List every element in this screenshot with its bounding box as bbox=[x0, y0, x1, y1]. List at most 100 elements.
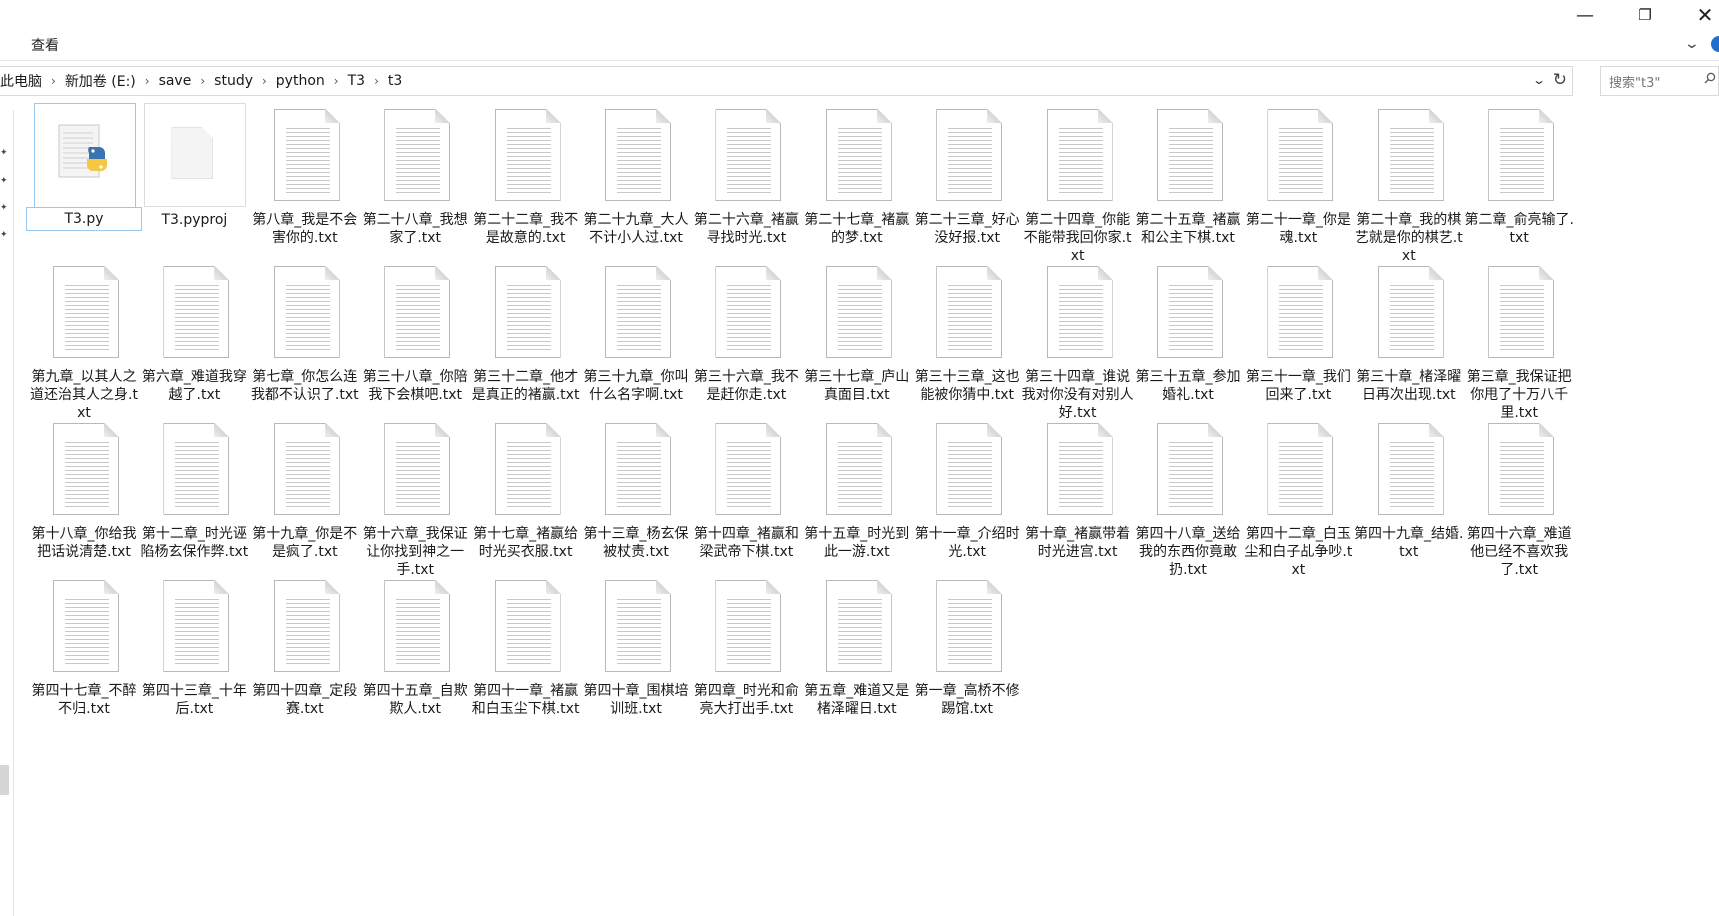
breadcrumb-chevron-icon[interactable]: › bbox=[49, 74, 58, 88]
file-thumbnail bbox=[141, 574, 247, 678]
file-thumbnail bbox=[1135, 260, 1241, 364]
breadcrumb-item[interactable]: python bbox=[269, 73, 332, 89]
ribbon-expand-chevron-icon[interactable]: ⌄ bbox=[1684, 36, 1700, 52]
file-item[interactable]: 第四十九章_结婚.txt bbox=[1351, 417, 1467, 561]
navigation-scrollbar[interactable] bbox=[0, 765, 9, 795]
file-item[interactable]: 第十七章_褚赢给时光买衣服.txt bbox=[468, 417, 584, 561]
ribbon-divider bbox=[0, 60, 1719, 61]
file-item[interactable]: 第三十六章_我不是赶你走.txt bbox=[688, 260, 804, 404]
file-item[interactable]: 第九章_以其人之道还治其人之身.txt bbox=[26, 260, 142, 422]
file-thumbnail bbox=[583, 574, 689, 678]
file-thumbnail bbox=[1025, 260, 1131, 364]
file-thumbnail bbox=[1025, 103, 1131, 207]
file-item[interactable]: 第十章_褚赢带着时光进宫.txt bbox=[1020, 417, 1136, 561]
search-input[interactable]: 搜索"t3" bbox=[1600, 66, 1719, 96]
breadcrumb-chevron-icon[interactable]: › bbox=[260, 74, 269, 88]
file-thumbnail bbox=[252, 103, 358, 207]
file-item[interactable]: 第二十三章_好心没好报.txt bbox=[909, 103, 1025, 247]
file-item[interactable]: 第二十章_我的棋艺就是你的棋艺.txt bbox=[1351, 103, 1467, 265]
file-item[interactable]: 第三十五章_参加婚礼.txt bbox=[1130, 260, 1246, 404]
breadcrumb-item[interactable]: save bbox=[152, 73, 199, 89]
address-bar[interactable]: 此电脑 › 新加卷 (E:) › save › study › python › T3 › t3 ⌄ ↻ bbox=[0, 66, 1573, 96]
file-item[interactable]: 第一章_高桥不修踢馆.txt bbox=[909, 574, 1025, 718]
file-item[interactable]: 第三章_我保证把你甩了十万八千里.txt bbox=[1461, 260, 1577, 422]
file-item[interactable]: 第四十六章_难道他已经不喜欢我了.txt bbox=[1461, 417, 1577, 579]
file-thumbnail bbox=[1356, 103, 1462, 207]
file-item[interactable]: T3.pyproj bbox=[136, 103, 252, 229]
refresh-icon[interactable]: ↻ bbox=[1553, 70, 1567, 90]
file-item[interactable]: 第四十三章_十年后.txt bbox=[136, 574, 252, 718]
file-item[interactable]: 第三十三章_这也能被你猜中.txt bbox=[909, 260, 1025, 404]
file-name: 第十七章_褚赢给时光买衣服.txt bbox=[473, 526, 579, 560]
file-item[interactable]: 第二十八章_我想家了.txt bbox=[357, 103, 473, 247]
file-item[interactable]: 第二十九章_大人不计小人过.txt bbox=[578, 103, 694, 247]
project-file-icon bbox=[171, 127, 214, 179]
file-item[interactable]: 第三十四章_谁说我对你没有对别人好.txt bbox=[1020, 260, 1136, 422]
file-item[interactable]: 第三十二章_他才是真正的褚赢.txt bbox=[468, 260, 584, 404]
file-thumbnail bbox=[1245, 260, 1351, 364]
file-item[interactable]: 第四十一章_褚赢和白玉尘下棋.txt bbox=[468, 574, 584, 718]
breadcrumb-item[interactable]: T3 bbox=[341, 73, 372, 89]
file-item[interactable]: 第三十八章_你陪我下会棋吧.txt bbox=[357, 260, 473, 404]
file-item[interactable]: 第十三章_杨玄保被杖责.txt bbox=[578, 417, 694, 561]
file-item[interactable]: 第十二章_时光诬陷杨玄保作弊.txt bbox=[136, 417, 252, 561]
file-item[interactable]: 第二十五章_褚赢和公主下棋.txt bbox=[1130, 103, 1246, 247]
file-thumbnail bbox=[31, 574, 137, 678]
file-item[interactable]: 第二章_俞亮输了.txt bbox=[1461, 103, 1577, 247]
file-item[interactable]: 第三十九章_你叫什么名字啊.txt bbox=[578, 260, 694, 404]
minimize-button[interactable]: — bbox=[1556, 0, 1614, 30]
help-icon[interactable] bbox=[1711, 36, 1719, 52]
file-item[interactable]: 第六章_难道我穿越了.txt bbox=[136, 260, 252, 404]
file-item[interactable]: 第十四章_褚赢和梁武帝下棋.txt bbox=[688, 417, 804, 561]
breadcrumb-chevron-icon[interactable]: › bbox=[198, 74, 207, 88]
file-item[interactable]: 第二十一章_你是魂.txt bbox=[1240, 103, 1356, 247]
breadcrumb-item[interactable]: t3 bbox=[381, 73, 409, 89]
file-item[interactable]: 第四十七章_不醉不归.txt bbox=[26, 574, 142, 718]
file-thumbnail bbox=[583, 260, 689, 364]
file-item[interactable]: 第五章_难道又是楮泽曜日.txt bbox=[799, 574, 915, 718]
file-thumbnail bbox=[141, 417, 247, 521]
file-item[interactable]: 第二十二章_我不是故意的.txt bbox=[468, 103, 584, 247]
breadcrumb-chevron-icon[interactable]: › bbox=[143, 74, 152, 88]
restore-button[interactable]: ❐ bbox=[1616, 0, 1674, 30]
file-item[interactable]: 第十一章_介绍时光.txt bbox=[909, 417, 1025, 561]
breadcrumb-chevron-icon[interactable]: › bbox=[372, 74, 381, 88]
breadcrumb-chevron-icon[interactable]: › bbox=[332, 74, 341, 88]
file-item[interactable]: 第四十五章_自欺欺人.txt bbox=[357, 574, 473, 718]
file-item[interactable]: 第三十一章_我们回来了.txt bbox=[1240, 260, 1356, 404]
file-item[interactable]: 第十六章_我保证让你找到神之一手.txt bbox=[357, 417, 473, 579]
file-item[interactable]: 第四十二章_白玉尘和白子乩争吵.txt bbox=[1240, 417, 1356, 579]
file-item[interactable]: 第十九章_你是不是疯了.txt bbox=[247, 417, 363, 561]
file-thumbnail bbox=[1356, 417, 1462, 521]
file-thumbnail bbox=[1466, 260, 1572, 364]
file-item[interactable]: 第二十四章_你能不能带我回你家.txt bbox=[1020, 103, 1136, 265]
address-history-chevron-icon[interactable]: ⌄ bbox=[1532, 73, 1546, 87]
file-name: 第八章_我是不会害你的.txt bbox=[252, 212, 358, 246]
close-button[interactable]: ✕ bbox=[1676, 0, 1719, 30]
file-item[interactable]: 第四十八章_送给我的东西你竟敢扔.txt bbox=[1130, 417, 1246, 579]
ribbon-tab-view[interactable]: 查看 bbox=[31, 35, 59, 55]
file-item[interactable]: 第十五章_时光到此一游.txt bbox=[799, 417, 915, 561]
breadcrumb-item[interactable]: 此电脑 bbox=[0, 71, 49, 91]
file-item[interactable]: 第四十四章_定段赛.txt bbox=[247, 574, 363, 718]
breadcrumb-item[interactable]: study bbox=[207, 73, 260, 89]
file-item[interactable]: 第四章_时光和俞亮大打出手.txt bbox=[688, 574, 804, 718]
file-item[interactable]: 第三十七章_庐山真面目.txt bbox=[799, 260, 915, 404]
file-thumbnail bbox=[473, 574, 579, 678]
file-name: 第一章_高桥不修踢馆.txt bbox=[914, 683, 1020, 717]
file-item[interactable]: 第八章_我是不会害你的.txt bbox=[247, 103, 363, 247]
navigation-pane[interactable]: ✦ ✦ ✦ ✦ bbox=[0, 110, 14, 916]
file-item[interactable]: 第二十六章_褚赢寻找时光.txt bbox=[688, 103, 804, 247]
file-thumbnail bbox=[252, 574, 358, 678]
file-thumbnail bbox=[362, 103, 468, 207]
file-item[interactable]: 第三十章_楮泽曜日再次出现.txt bbox=[1351, 260, 1467, 404]
file-item[interactable]: 第十八章_你给我把话说清楚.txt bbox=[26, 417, 142, 561]
file-item[interactable]: 第四十章_围棋培训班.txt bbox=[578, 574, 694, 718]
search-icon bbox=[1704, 72, 1716, 84]
breadcrumb-item[interactable]: 新加卷 (E:) bbox=[58, 71, 143, 91]
file-item[interactable]: T3.py bbox=[26, 103, 142, 231]
file-item[interactable]: 第七章_你怎么连我都不认识了.txt bbox=[247, 260, 363, 404]
file-name: 第十八章_你给我把话说清楚.txt bbox=[31, 526, 137, 560]
file-thumbnail bbox=[1466, 417, 1572, 521]
file-item[interactable]: 第二十七章_褚赢的梦.txt bbox=[799, 103, 915, 247]
